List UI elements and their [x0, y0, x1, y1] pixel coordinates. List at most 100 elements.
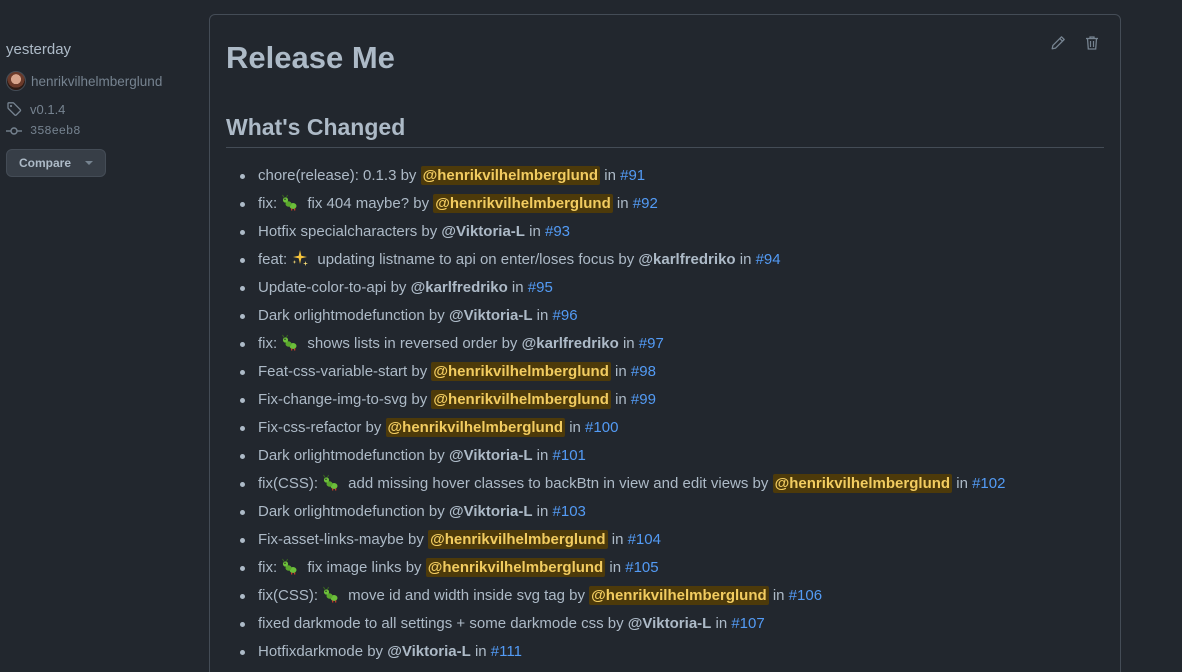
change-item: chore(release): 0.1.3 by @henrikvilhelmb…	[238, 162, 1104, 190]
by-label: by	[603, 615, 628, 632]
compare-label: Compare	[19, 156, 72, 170]
pull-request-link[interactable]: #94	[756, 251, 781, 268]
pull-request-link[interactable]: #95	[528, 279, 553, 296]
author-mention[interactable]: @karlfredriko	[522, 335, 619, 352]
in-label: in	[711, 615, 732, 632]
author-mention[interactable]: @Viktoria-L	[449, 447, 533, 464]
change-item: Fix-change-img-to-svg by @henrikvilhelmb…	[238, 386, 1104, 414]
change-description: updating listname to api on enter/loses …	[313, 251, 615, 268]
avatar[interactable]	[6, 71, 26, 91]
author-mention[interactable]: @henrikvilhelmberglund	[431, 362, 611, 381]
change-item: Update-color-to-api by @karlfredriko in …	[238, 274, 1104, 302]
pull-request-link[interactable]: #107	[731, 615, 764, 632]
change-description: fix 404 maybe?	[303, 195, 410, 212]
in-label: in	[532, 307, 553, 324]
bug-emoji-icon	[282, 334, 297, 351]
release-card: Release Me What's Changed chore(release)…	[209, 14, 1121, 672]
by-label: by	[564, 587, 590, 604]
pull-request-link[interactable]: #105	[625, 559, 658, 576]
author-mention[interactable]: @henrikvilhelmberglund	[431, 390, 611, 409]
change-item: fix: shows lists in reversed order by @k…	[238, 330, 1104, 358]
pull-request-link[interactable]: #100	[585, 419, 618, 436]
change-item: Dark orlightmodefunction by @Viktoria-L …	[238, 442, 1104, 470]
author-mention[interactable]: @henrikvilhelmberglund	[433, 194, 613, 213]
author-mention[interactable]: @Viktoria-L	[628, 615, 712, 632]
in-label: in	[607, 531, 628, 548]
author-mention[interactable]: @henrikvilhelmberglund	[385, 418, 566, 437]
author-mention[interactable]: @karlfredriko	[638, 251, 735, 268]
change-prefix: Fix-asset-links-maybe	[258, 531, 404, 548]
changes-list: chore(release): 0.1.3 by @henrikvilhelmb…	[226, 162, 1104, 666]
author-name[interactable]: henrikvilhelmberglund	[31, 74, 162, 89]
pull-request-link[interactable]: #93	[545, 223, 570, 240]
change-prefix: Fix-css-refactor	[258, 419, 362, 436]
trash-icon[interactable]	[1084, 35, 1100, 51]
in-label: in	[735, 251, 756, 268]
author-mention[interactable]: @Viktoria-L	[387, 643, 471, 660]
pull-request-link[interactable]: #102	[972, 475, 1005, 492]
by-label: by	[424, 503, 449, 520]
change-item: Fix-asset-links-maybe by @henrikvilhelmb…	[238, 526, 1104, 554]
author-mention[interactable]: @Viktoria-L	[441, 223, 525, 240]
by-label: by	[424, 447, 449, 464]
commit-sha[interactable]: 358eeb8	[30, 124, 80, 138]
release-author[interactable]: henrikvilhelmberglund	[6, 70, 201, 92]
by-label: by	[403, 531, 429, 548]
author-mention[interactable]: @Viktoria-L	[449, 307, 533, 324]
change-prefix: Fix-change-img-to-svg	[258, 391, 408, 408]
change-item: fix: fix 404 maybe? by @henrikvilhelmber…	[238, 190, 1104, 218]
change-description: move id and width inside svg tag	[344, 587, 565, 604]
pull-request-link[interactable]: #92	[633, 195, 658, 212]
in-label: in	[610, 363, 631, 380]
author-mention[interactable]: @henrikvilhelmberglund	[420, 166, 601, 185]
change-prefix: fix(CSS):	[258, 475, 318, 492]
in-label: in	[952, 475, 973, 492]
change-item: feat: updating listname to api on enter/…	[238, 246, 1104, 274]
change-item: fix(CSS): add missing hover classes to b…	[238, 470, 1104, 498]
pull-request-link[interactable]: #97	[639, 335, 664, 352]
author-mention[interactable]: @karlfredriko	[411, 279, 508, 296]
tag-icon	[7, 102, 22, 116]
author-mention[interactable]: @henrikvilhelmberglund	[425, 558, 606, 577]
change-prefix: Dark orlightmodefunction	[258, 447, 425, 464]
pull-request-link[interactable]: #111	[491, 643, 522, 660]
author-mention[interactable]: @Viktoria-L	[449, 503, 533, 520]
by-label: by	[401, 559, 426, 576]
bug-emoji-icon	[323, 474, 338, 491]
tag-row[interactable]: v0.1.4	[6, 101, 201, 117]
author-mention[interactable]: @henrikvilhelmberglund	[589, 586, 769, 605]
in-label: in	[532, 503, 553, 520]
change-item: fix(CSS): move id and width inside svg t…	[238, 582, 1104, 610]
pull-request-link[interactable]: #91	[620, 167, 645, 184]
by-label: by	[748, 475, 773, 492]
change-prefix: Feat-css-variable-start	[258, 363, 408, 380]
change-description: fix image links	[303, 559, 402, 576]
change-prefix: Dark orlightmodefunction	[258, 503, 425, 520]
author-mention[interactable]: @henrikvilhelmberglund	[772, 474, 953, 493]
change-item: Hotfixdarkmode by @Viktoria-L in #111	[238, 638, 1104, 666]
bug-emoji-icon	[323, 586, 338, 603]
pull-request-link[interactable]: #103	[553, 503, 586, 520]
change-item: Feat-css-variable-start by @henrikvilhel…	[238, 358, 1104, 386]
tag-label[interactable]: v0.1.4	[30, 102, 65, 117]
pull-request-link[interactable]: #106	[789, 587, 822, 604]
pull-request-link[interactable]: #98	[631, 363, 656, 380]
in-label: in	[618, 335, 639, 352]
in-label: in	[612, 195, 633, 212]
pull-request-link[interactable]: #104	[628, 531, 661, 548]
pull-request-link[interactable]: #101	[553, 447, 586, 464]
by-label: by	[424, 307, 449, 324]
author-mention[interactable]: @henrikvilhelmberglund	[428, 530, 608, 549]
commit-row[interactable]: 358eeb8	[6, 123, 201, 139]
by-label: by	[614, 251, 639, 268]
git-commit-icon	[6, 127, 22, 135]
bug-emoji-icon	[282, 194, 297, 211]
change-prefix: Hotfix specialcharacters	[258, 223, 418, 240]
pencil-icon[interactable]	[1050, 35, 1066, 51]
compare-button[interactable]: Compare	[6, 149, 107, 177]
in-label: in	[768, 587, 789, 604]
change-item: Hotfix specialcharacters by @Viktoria-L …	[238, 218, 1104, 246]
pull-request-link[interactable]: #99	[631, 391, 656, 408]
pull-request-link[interactable]: #96	[553, 307, 578, 324]
release-title[interactable]: Release Me	[226, 41, 1104, 75]
